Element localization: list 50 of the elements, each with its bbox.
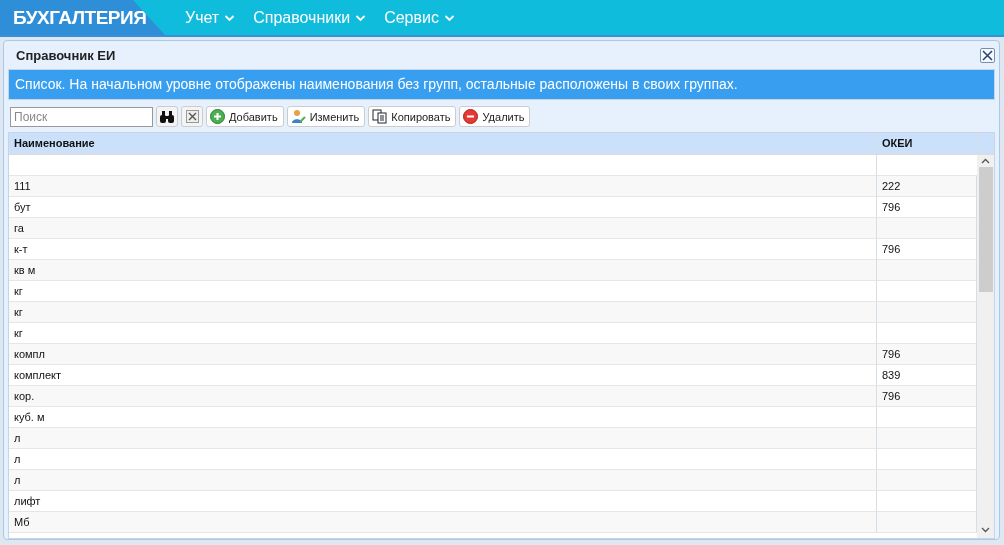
- app-logo: БУХГАЛТЕРИЯ: [0, 0, 165, 35]
- delete-icon: [463, 109, 479, 124]
- close-button[interactable]: [980, 47, 995, 63]
- scroll-up-icon[interactable]: [981, 158, 990, 164]
- table-cell: 839: [882, 369, 901, 381]
- table-cell: л: [14, 432, 21, 444]
- info-banner: Список. На начальном уровне отображены наименования без групп, остальные расположены в своих группах.: [8, 69, 995, 100]
- clear-icon: [185, 110, 199, 123]
- scrollbar[interactable]: [977, 155, 994, 538]
- table-cell: л: [14, 453, 21, 465]
- table-cell: 796: [882, 348, 901, 360]
- copy-button[interactable]: Копировать: [368, 106, 457, 127]
- delete-button[interactable]: Удалить: [459, 106, 531, 127]
- table-cell: кг: [14, 285, 23, 297]
- column-header[interactable]: ОКЕИ: [877, 133, 977, 153]
- table-cell: кг: [14, 306, 23, 318]
- scroll-thumb[interactable]: [978, 167, 993, 292]
- table-cell: Мб: [14, 516, 30, 528]
- table-cell: бут: [14, 201, 31, 213]
- dialog-title: Справочник ЕИ: [16, 47, 116, 63]
- close-icon: [982, 49, 993, 61]
- chevron-down-icon: [355, 13, 367, 22]
- clear-button[interactable]: [181, 106, 203, 127]
- user-edit-icon: [290, 109, 306, 124]
- add-button[interactable]: Добавить: [206, 106, 284, 127]
- plus-icon: [210, 109, 225, 124]
- table-cell: 796: [882, 243, 901, 255]
- find-button[interactable]: [156, 106, 178, 127]
- chevron-down-icon: [443, 13, 455, 22]
- binoculars-icon: [159, 109, 175, 124]
- table-cell: га: [14, 222, 24, 234]
- table-cell: кв м: [14, 264, 36, 276]
- table-cell: 111: [14, 180, 31, 192]
- table-cell: 222: [882, 180, 901, 192]
- table-cell: компл: [14, 348, 45, 360]
- table-cell: 796: [882, 390, 901, 402]
- table-cell: кг: [14, 327, 23, 339]
- table-cell: к-т: [14, 243, 28, 255]
- chevron-down-icon: [224, 13, 236, 22]
- table-cell: куб. м: [14, 411, 45, 423]
- table-cell: лифт: [14, 495, 41, 507]
- scroll-down-icon[interactable]: [981, 527, 990, 533]
- table-cell: кор.: [14, 390, 35, 402]
- search-field[interactable]: Поиск: [10, 106, 153, 127]
- table-cell: комплект: [14, 369, 62, 381]
- column-header[interactable]: Наименование: [9, 133, 877, 153]
- edit-button[interactable]: Изменить: [286, 106, 366, 127]
- table-cell: 796: [882, 201, 901, 213]
- table-cell: л: [14, 474, 21, 486]
- copy-icon: [372, 109, 388, 124]
